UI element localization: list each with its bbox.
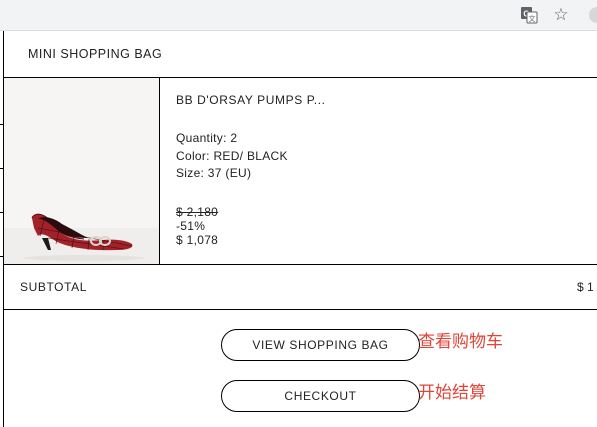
product-quantity: Quantity: 2 [176,131,238,145]
product-size: Size: 37 (EU) [176,166,252,180]
original-price: $ 2,180 [176,205,219,219]
subtotal-label: SUBTOTAL [20,280,88,294]
view-shopping-bag-button[interactable]: VIEW SHOPPING BAG [221,329,420,361]
subtotal-value: $ 1 [577,280,594,294]
sale-price: $ 1,078 [176,233,219,247]
divider [4,264,597,265]
star-icon[interactable]: ☆ [552,6,570,24]
divider [4,309,597,310]
product-name[interactable]: BB D'ORSAY PUMPS P... [176,93,326,107]
discount-percent: -51% [176,219,206,233]
checkout-annotation: 开始结算 [418,383,486,403]
view-bag-annotation: 查看购物车 [418,332,503,352]
product-color: Color: RED/ BLACK [176,149,288,163]
profile-icon[interactable] [589,7,597,23]
translate-icon[interactable]: G 文 [520,6,538,24]
product-image[interactable] [4,78,159,264]
mini-shopping-bag: MINI SHOPPING BAG BB D'ORSAY PUMPS P... … [4,31,597,427]
panel-title: MINI SHOPPING BAG [28,47,163,61]
svg-text:文: 文 [529,14,536,23]
divider [159,78,160,264]
browser-toolbar: G 文 ☆ [0,0,597,31]
checkout-button[interactable]: CHECKOUT [221,380,420,412]
